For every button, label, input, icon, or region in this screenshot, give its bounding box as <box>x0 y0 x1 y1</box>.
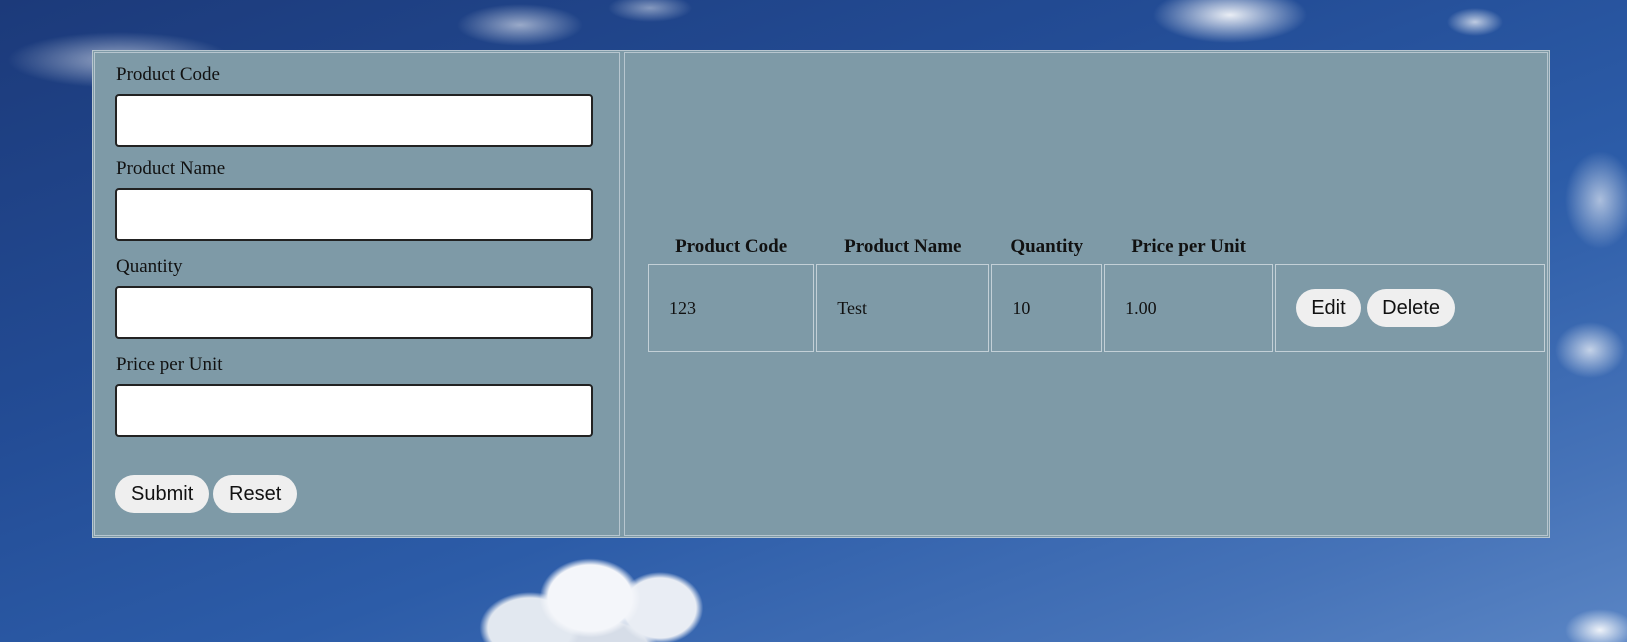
header-product-name: Product Name <box>844 236 962 257</box>
cell-quantity: 10 <box>991 264 1103 352</box>
product-list-panel: Product Code Product Name Quantity Price… <box>624 52 1548 536</box>
product-name-label: Product Name <box>116 158 226 179</box>
app-container: Product Code Product Name Quantity Price… <box>92 50 1550 538</box>
product-code-label: Product Code <box>116 64 220 85</box>
background-cloud <box>440 548 760 642</box>
edit-button[interactable]: Edit <box>1296 289 1361 327</box>
price-per-unit-label: Price per Unit <box>116 354 223 375</box>
cell-product-code: 123 <box>648 264 815 352</box>
price-per-unit-input[interactable] <box>115 384 593 437</box>
reset-button[interactable]: Reset <box>213 475 298 513</box>
table-row: 123 Test 10 1.00 Edit Delete <box>648 264 1545 352</box>
product-name-input[interactable] <box>115 188 593 241</box>
delete-button[interactable]: Delete <box>1367 289 1455 327</box>
quantity-input[interactable] <box>115 286 593 339</box>
submit-button[interactable]: Submit <box>115 475 210 513</box>
header-quantity: Quantity <box>1010 236 1084 257</box>
header-product-code: Product Code <box>675 236 788 257</box>
table-header-row: Product Code Product Name Quantity Price… <box>648 236 1545 262</box>
product-table: Product Code Product Name Quantity Price… <box>646 234 1547 354</box>
header-price-per-unit: Price per Unit <box>1131 236 1246 257</box>
cell-price-per-unit: 1.00 <box>1104 264 1274 352</box>
header-actions <box>1275 236 1545 262</box>
product-form: Product Code Product Name Quantity Price… <box>94 52 620 536</box>
product-code-input[interactable] <box>115 94 593 147</box>
cell-product-name: Test <box>816 264 990 352</box>
cell-actions: Edit Delete <box>1275 264 1545 352</box>
quantity-label: Quantity <box>116 256 183 277</box>
